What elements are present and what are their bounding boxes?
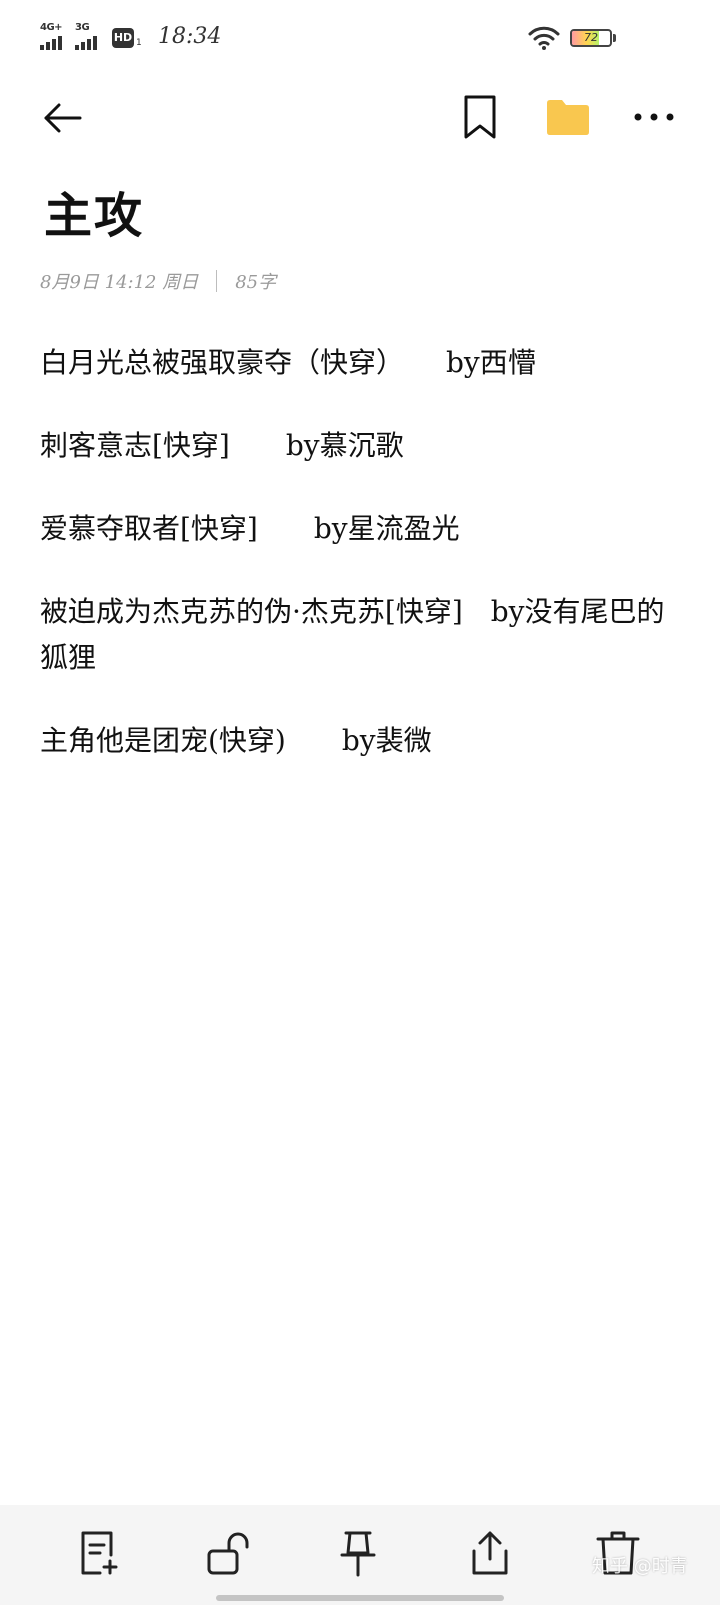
note-meta: 8月9日 14:12 周日 85字 (40, 268, 276, 294)
status-time: 18:34 (158, 24, 222, 49)
note-line: 白月光总被强取豪夺（快穿） by西懵 (40, 346, 536, 379)
status-bar: 4G+ 3G HD 1 18:34 72 (0, 0, 720, 80)
bookmark-icon (464, 95, 496, 139)
network-type-label: 4G+ (40, 22, 63, 33)
folder-button[interactable] (545, 97, 591, 137)
note-line: 主角他是团宠(快穿) by裴微 (40, 724, 432, 757)
watermark: 知乎 @时青 (592, 1556, 688, 1577)
note-title[interactable]: 主攻 (44, 176, 144, 246)
battery-level: 72 (584, 31, 598, 44)
bookmark-button[interactable] (460, 94, 500, 140)
wifi-icon (528, 26, 560, 50)
battery-icon: 72 (570, 29, 612, 47)
more-options-button[interactable] (632, 102, 676, 132)
home-indicator[interactable] (216, 1595, 504, 1601)
unlock-icon (207, 1532, 249, 1575)
note-body[interactable]: 白月光总被强取豪夺（快穿） by西懵 刺客意志[快穿] by慕沉歌 爱慕夺取者[… (40, 340, 680, 801)
arrow-left-icon (44, 103, 82, 133)
pin-button[interactable] (334, 1529, 382, 1577)
new-note-icon (81, 1531, 118, 1575)
note-line: 被迫成为杰克苏的伪·杰克苏[快穿] by没有尾巴的狐狸 (40, 595, 665, 674)
note-detail-screen: 4G+ 3G HD 1 18:34 72 主攻 8月9日 14:12 周日 85… (0, 0, 720, 1605)
note-date: 8月9日 14:12 周日 (40, 272, 199, 293)
pin-icon (340, 1531, 376, 1577)
note-line: 刺客意志[快穿] by慕沉歌 (40, 429, 404, 462)
note-line: 爱慕夺取者[快穿] by星流盈光 (40, 512, 460, 545)
hd-voice-icon: HD (112, 28, 134, 48)
folder-icon (547, 100, 589, 135)
more-horizontal-icon (634, 113, 674, 121)
network-type-label: 3G (75, 22, 90, 33)
unlock-button[interactable] (204, 1529, 252, 1577)
battery-nub (613, 34, 616, 42)
hd-sim-label: 1 (136, 38, 142, 48)
back-button[interactable] (40, 96, 84, 140)
new-note-button[interactable] (74, 1529, 122, 1577)
share-button[interactable] (466, 1529, 514, 1577)
meta-divider (216, 270, 218, 292)
share-icon (472, 1531, 508, 1575)
note-word-count: 85字 (235, 272, 277, 293)
